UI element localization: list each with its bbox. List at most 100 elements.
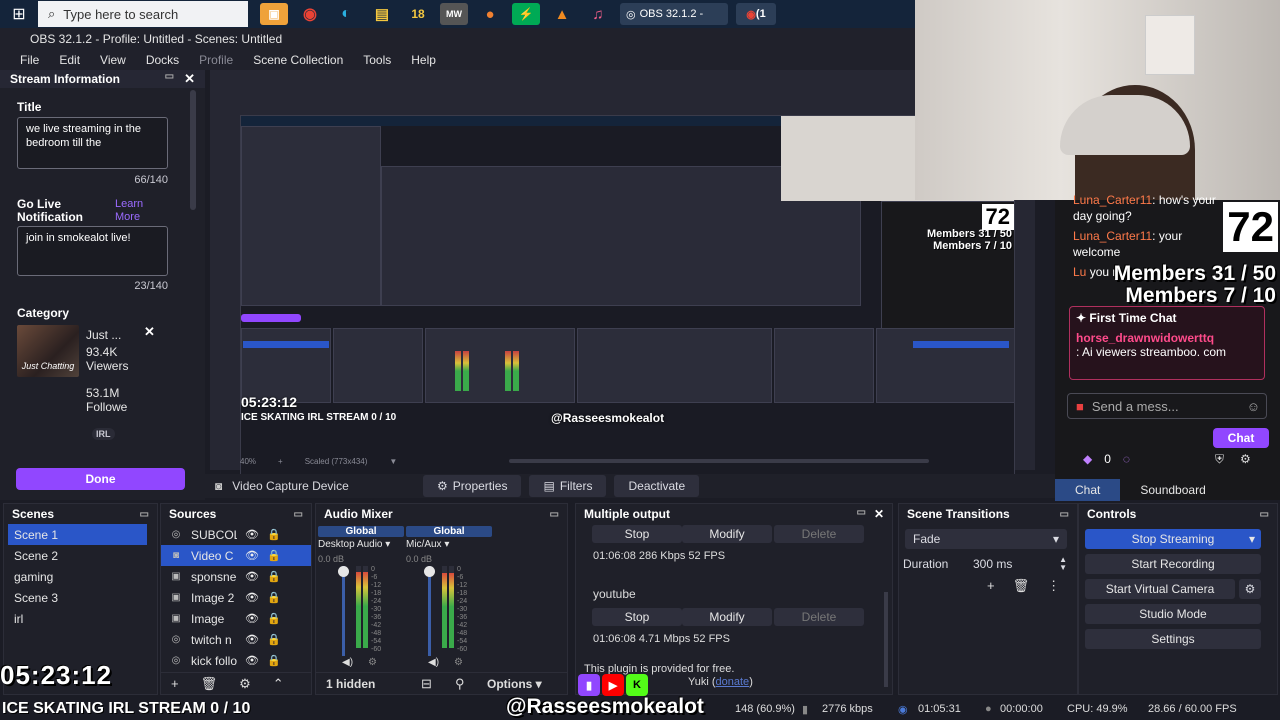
chat-username[interactable]: Lu: [1073, 265, 1086, 279]
title-textarea[interactable]: we live streaming in the bedroom till th…: [17, 117, 168, 169]
remove-source-icon[interactable]: 🗑: [201, 676, 218, 692]
lock-icon[interactable]: 🔒: [267, 612, 281, 625]
source-item[interactable]: ◎ twitch n 👁 🔒: [161, 629, 311, 650]
done-button[interactable]: Done: [16, 468, 185, 490]
tab-soundboard[interactable]: Soundboard: [1120, 479, 1225, 501]
output-scrollbar[interactable]: [884, 592, 888, 687]
app-mw-icon[interactable]: MW: [440, 3, 468, 25]
dock-float-icon[interactable]: ▭: [140, 509, 149, 520]
spin-arrows-icon[interactable]: ▲ ▼: [1059, 556, 1067, 572]
menu-profile[interactable]: Profile: [189, 53, 243, 67]
stream-info-scrollbar[interactable]: [190, 90, 196, 210]
windows-start-icon[interactable]: ⊞: [0, 0, 38, 28]
menu-edit[interactable]: Edit: [49, 53, 90, 67]
scene-item[interactable]: irl: [4, 608, 157, 629]
lock-icon[interactable]: 🔒: [267, 570, 281, 583]
menu-help[interactable]: Help: [401, 53, 446, 67]
mixer-layout-icon[interactable]: ⊟: [421, 676, 455, 692]
virtual-camera-settings-icon[interactable]: ⚙: [1239, 579, 1261, 599]
taskbar-search-box[interactable]: ⌕ Type here to search: [38, 1, 248, 27]
deactivate-button[interactable]: Deactivate: [614, 475, 700, 497]
preview-zoom[interactable]: 40%: [240, 457, 256, 466]
eye-icon[interactable]: 👁: [245, 654, 259, 667]
menu-docks[interactable]: Docks: [136, 53, 189, 67]
taskbar-obs-button[interactable]: ◎ OBS 32.1.2 -: [620, 3, 728, 25]
source-item[interactable]: ◎ kick follo 👁 🔒: [161, 650, 311, 671]
shield-icon[interactable]: ⛨: [1215, 452, 1224, 467]
mixer-channel-select[interactable]: Desktop Audio ▾: [318, 539, 404, 550]
lock-icon[interactable]: 🔒: [267, 654, 281, 667]
source-item[interactable]: ◎ SUBCOL 👁 🔒: [161, 524, 311, 545]
chat-send-button[interactable]: Chat: [1213, 428, 1269, 448]
eye-icon[interactable]: 👁: [245, 591, 259, 604]
file-explorer-icon[interactable]: ▤: [368, 3, 396, 25]
edge-icon[interactable]: ◐: [332, 3, 360, 25]
properties-button[interactable]: ⚙ Properties: [423, 475, 522, 497]
green-app-icon[interactable]: ⚡: [512, 3, 540, 25]
first-time-chat-user[interactable]: horse_drawnwidowerttq: [1076, 331, 1258, 345]
remove-transition-icon[interactable]: 🗑: [1013, 578, 1030, 594]
tab-chat[interactable]: Chat: [1055, 479, 1121, 501]
volume-fader-mic[interactable]: [428, 566, 431, 656]
golive-textarea[interactable]: join in smokealot live!: [17, 226, 168, 276]
mixer-settings-icon[interactable]: ⚙: [368, 657, 377, 668]
output2-delete-button[interactable]: Delete: [774, 608, 864, 626]
output2-stop-button[interactable]: Stop: [592, 608, 682, 626]
remove-category-icon[interactable]: ✕: [144, 324, 155, 340]
start-recording-button[interactable]: Start Recording: [1085, 554, 1261, 574]
taskbar-chrome-window-button[interactable]: ◉ (1: [736, 3, 776, 25]
lock-icon[interactable]: 🔒: [267, 528, 281, 541]
preview-scale-dropdown-icon[interactable]: ▼: [389, 457, 397, 466]
menu-view[interactable]: View: [90, 53, 136, 67]
duration-spinbox[interactable]: 300 ms ▲ ▼: [969, 554, 1067, 574]
scene-item[interactable]: Scene 3: [4, 587, 157, 608]
mixer-options-button[interactable]: Options ▾: [487, 677, 542, 691]
chat-username[interactable]: Luna_Carter11: [1073, 193, 1152, 207]
settings-button[interactable]: Settings: [1085, 629, 1261, 649]
dock-float-icon[interactable]: ▭: [294, 509, 303, 520]
source-item[interactable]: ◙ Video C 👁 🔒: [161, 545, 311, 566]
hype-icon[interactable]: ◌: [1123, 452, 1130, 466]
source-properties-icon[interactable]: ⚙: [239, 676, 251, 692]
mixer-channel-select[interactable]: Mic/Aux ▾: [406, 539, 492, 550]
eye-icon[interactable]: 👁: [245, 612, 259, 625]
eye-icon[interactable]: 👁: [245, 570, 259, 583]
taskbar-photo-icon[interactable]: ▣: [260, 3, 288, 25]
preview-horizontal-scrollbar[interactable]: [509, 459, 930, 463]
dock-float-icon[interactable]: ▭: [856, 507, 865, 521]
stop-streaming-button[interactable]: Stop Streaming ▾: [1085, 529, 1261, 549]
firefox-like-icon[interactable]: ●: [476, 3, 504, 25]
mixer-link-icon[interactable]: ⚲: [455, 676, 487, 692]
itunes-icon[interactable]: ♫: [584, 3, 612, 25]
output2-modify-button[interactable]: Modify: [682, 608, 772, 626]
add-transition-icon[interactable]: +: [987, 578, 995, 594]
add-source-icon[interactable]: +: [171, 676, 179, 691]
start-virtual-camera-button[interactable]: Start Virtual Camera: [1085, 579, 1235, 599]
move-up-icon[interactable]: ⌃: [273, 676, 284, 692]
dock-float-icon[interactable]: ▭: [1060, 509, 1069, 520]
eye-icon[interactable]: 👁: [245, 528, 259, 541]
source-item[interactable]: ▣ Image 👁 🔒: [161, 608, 311, 629]
dock-float-icon[interactable]: ▭: [1260, 509, 1269, 520]
preview-canvas[interactable]: 72 Members 31 / 50 Members 7 / 10 05:23:…: [210, 70, 1035, 490]
studio-mode-button[interactable]: Studio Mode: [1085, 604, 1261, 624]
fader-knob[interactable]: [338, 566, 349, 577]
output1-delete-button[interactable]: Delete: [774, 525, 864, 543]
fader-knob[interactable]: [424, 566, 435, 577]
speaker-icon[interactable]: ◀): [428, 657, 439, 668]
menu-file[interactable]: File: [10, 53, 49, 67]
source-item[interactable]: ▣ Image 2 👁 🔒: [161, 587, 311, 608]
chat-settings-icon[interactable]: ⚙: [1240, 452, 1251, 467]
scene-item[interactable]: gaming: [4, 566, 157, 587]
lock-icon[interactable]: 🔒: [267, 549, 281, 562]
close-icon[interactable]: ✕: [874, 507, 884, 521]
dock-float-icon[interactable]: ▭: [550, 509, 559, 520]
filters-button[interactable]: ▤ Filters: [529, 475, 607, 497]
chrome-icon[interactable]: ◉: [296, 3, 324, 25]
output1-stop-button[interactable]: Stop: [592, 525, 682, 543]
app-18-icon[interactable]: 18: [404, 3, 432, 25]
scene-item[interactable]: Scene 1: [8, 524, 147, 545]
source-item[interactable]: ▣ sponsne 👁 🔒: [161, 566, 311, 587]
vlc-icon[interactable]: ▲: [548, 3, 576, 25]
chevron-down-icon[interactable]: ▾: [1249, 532, 1255, 546]
